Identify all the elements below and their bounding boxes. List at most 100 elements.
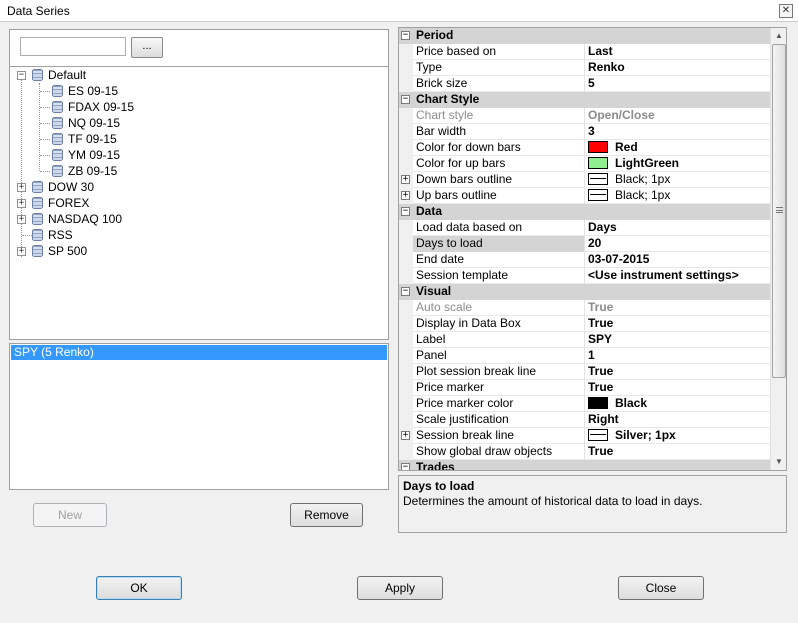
- expand-icon[interactable]: +: [401, 175, 410, 184]
- expand-icon[interactable]: +: [17, 215, 26, 224]
- tree-connector: [40, 91, 50, 92]
- close-button[interactable]: Close: [618, 576, 704, 600]
- property-row[interactable]: Load data based on Days: [399, 220, 770, 236]
- collapse-icon[interactable]: −: [401, 287, 410, 296]
- scroll-down-icon[interactable]: ▼: [771, 454, 786, 470]
- property-row[interactable]: Color for up bars LightGreen: [399, 156, 770, 172]
- tree-node-instrument[interactable]: NQ 09-15: [52, 115, 120, 131]
- property-value[interactable]: True: [585, 316, 770, 332]
- property-value[interactable]: True: [585, 444, 770, 460]
- property-value[interactable]: 5: [585, 76, 770, 92]
- tree-connector: [40, 107, 50, 108]
- property-row[interactable]: + Down bars outline Black; 1px: [399, 172, 770, 188]
- property-value[interactable]: Silver; 1px: [585, 428, 770, 444]
- tree-node-forex[interactable]: FOREX: [32, 195, 89, 211]
- property-value[interactable]: LightGreen: [585, 156, 770, 172]
- browse-instruments-button[interactable]: ...: [131, 37, 163, 58]
- property-value: True: [588, 300, 614, 314]
- collapse-icon[interactable]: −: [401, 31, 410, 40]
- tree-node-instrument[interactable]: TF 09-15: [52, 131, 117, 147]
- scroll-up-icon[interactable]: ▲: [771, 28, 786, 44]
- tree-node-label: TF 09-15: [68, 132, 117, 146]
- instrument-search-input[interactable]: [20, 37, 126, 56]
- category-visual[interactable]: − Visual: [399, 284, 770, 300]
- property-row[interactable]: Label SPY: [399, 332, 770, 348]
- property-value[interactable]: Red: [585, 140, 770, 156]
- property-value[interactable]: 03-07-2015: [585, 252, 770, 268]
- property-row[interactable]: Panel 1: [399, 348, 770, 364]
- property-row[interactable]: Session template <Use instrument setting…: [399, 268, 770, 284]
- property-row[interactable]: Auto scale True: [399, 300, 770, 316]
- property-value[interactable]: Black; 1px: [585, 172, 770, 188]
- property-value[interactable]: True: [585, 364, 770, 380]
- category-chart-style[interactable]: − Chart Style: [399, 92, 770, 108]
- collapse-icon[interactable]: −: [401, 463, 410, 470]
- property-row[interactable]: + Session break line Silver; 1px: [399, 428, 770, 444]
- category-trades[interactable]: − Trades: [399, 460, 770, 470]
- tree-node-instrument[interactable]: ES 09-15: [52, 83, 118, 99]
- tree-node-sp-500[interactable]: SP 500: [32, 243, 87, 259]
- property-row[interactable]: Chart style Open/Close: [399, 108, 770, 124]
- tree-node-instrument[interactable]: YM 09-15: [52, 147, 120, 163]
- close-window-icon[interactable]: ✕: [779, 4, 793, 18]
- tree-node-instrument[interactable]: FDAX 09-15: [52, 99, 134, 115]
- collapse-icon[interactable]: −: [401, 95, 410, 104]
- category-data[interactable]: − Data: [399, 204, 770, 220]
- tree-node-dow-30[interactable]: DOW 30: [32, 179, 94, 195]
- tree-connector: [40, 171, 50, 172]
- property-row[interactable]: Price marker color Black: [399, 396, 770, 412]
- property-row[interactable]: Show global draw objects True: [399, 444, 770, 460]
- property-value[interactable]: 3: [585, 124, 770, 140]
- instrument-panel: ... − Default ES 09-15 FDAX 09-15 NQ 09-…: [9, 29, 389, 340]
- tree-node-default[interactable]: Default: [32, 67, 86, 83]
- expand-icon[interactable]: +: [401, 431, 410, 440]
- property-row[interactable]: Color for down bars Red: [399, 140, 770, 156]
- property-value[interactable]: <Use instrument settings>: [585, 268, 770, 284]
- property-row[interactable]: Plot session break line True: [399, 364, 770, 380]
- property-row[interactable]: Display in Data Box True: [399, 316, 770, 332]
- property-value[interactable]: Days: [585, 220, 770, 236]
- property-value[interactable]: Right: [585, 412, 770, 428]
- property-value[interactable]: Last: [585, 44, 770, 60]
- property-value[interactable]: Renko: [585, 60, 770, 76]
- property-row[interactable]: End date 03-07-2015: [399, 252, 770, 268]
- new-button[interactable]: New: [33, 503, 107, 527]
- series-list-item[interactable]: SPY (5 Renko): [11, 345, 387, 360]
- tree-connector: [40, 123, 50, 124]
- tree-node-nasdaq-100[interactable]: NASDAQ 100: [32, 211, 122, 227]
- property-row[interactable]: + Up bars outline Black; 1px: [399, 188, 770, 204]
- property-row[interactable]: Scale justification Right: [399, 412, 770, 428]
- tree-node-instrument[interactable]: ZB 09-15: [52, 163, 117, 179]
- property-row[interactable]: Type Renko: [399, 60, 770, 76]
- property-value[interactable]: Black; 1px: [585, 188, 770, 204]
- collapse-icon[interactable]: −: [401, 207, 410, 216]
- apply-button[interactable]: Apply: [357, 576, 443, 600]
- property-value[interactable]: SPY: [585, 332, 770, 348]
- color-value: LightGreen: [615, 156, 680, 170]
- property-value[interactable]: 1: [585, 348, 770, 364]
- window-title: Data Series: [7, 4, 70, 18]
- property-name: Price based on: [413, 44, 585, 60]
- property-value[interactable]: True: [585, 380, 770, 396]
- property-row-selected[interactable]: Days to load 20: [399, 236, 770, 252]
- property-value[interactable]: 20: [585, 236, 770, 252]
- ok-button[interactable]: OK: [96, 576, 182, 600]
- property-value[interactable]: Black: [585, 396, 770, 412]
- property-name: Session break line: [413, 428, 585, 444]
- tree-node-rss[interactable]: RSS: [32, 227, 73, 243]
- remove-button[interactable]: Remove: [290, 503, 363, 527]
- property-row[interactable]: Bar width 3: [399, 124, 770, 140]
- scroll-thumb[interactable]: [772, 44, 786, 378]
- expand-icon[interactable]: +: [17, 183, 26, 192]
- collapse-icon[interactable]: −: [17, 71, 26, 80]
- property-grid-scrollbar[interactable]: ▲ ▼: [770, 28, 786, 470]
- tree-node-label: FDAX 09-15: [68, 100, 135, 114]
- property-row[interactable]: Brick size 5: [399, 76, 770, 92]
- property-row[interactable]: Price based on Last: [399, 44, 770, 60]
- property-row[interactable]: Price marker True: [399, 380, 770, 396]
- expand-icon[interactable]: +: [17, 247, 26, 256]
- property-name: Chart style: [413, 108, 585, 124]
- expand-icon[interactable]: +: [17, 199, 26, 208]
- expand-icon[interactable]: +: [401, 191, 410, 200]
- category-period[interactable]: − Period: [399, 28, 770, 44]
